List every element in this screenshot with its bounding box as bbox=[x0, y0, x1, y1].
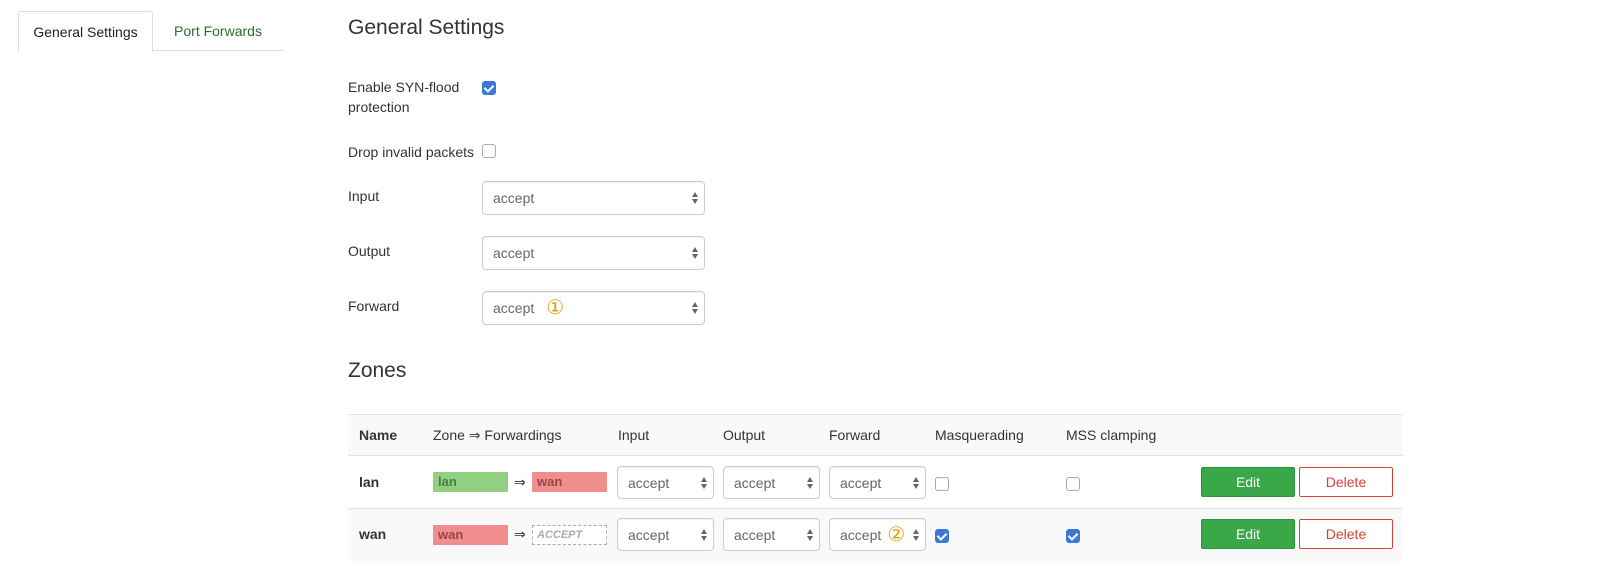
zones-title: Zones bbox=[348, 359, 407, 382]
zones-table-header: Name Zone ⇒ Forwardings Input Output For… bbox=[348, 414, 1403, 456]
zone-forward-select[interactable]: accept ② bbox=[829, 518, 926, 551]
forward-select[interactable]: accept ① bbox=[482, 291, 705, 325]
zone-forward-select[interactable]: accept bbox=[829, 466, 926, 499]
tab-general-settings[interactable]: General Settings bbox=[18, 11, 153, 52]
table-row: wan wan ⇒ ACCEPT accept accept accept ② … bbox=[348, 509, 1403, 561]
zone-badge: wan bbox=[433, 525, 508, 545]
zone-input-value: accept bbox=[628, 474, 670, 491]
masquerading-checkbox[interactable] bbox=[935, 529, 949, 543]
dest-badge: wan bbox=[532, 472, 607, 492]
select-arrows-icon bbox=[913, 528, 920, 541]
zone-input-value: accept bbox=[628, 526, 670, 543]
zone-output-value: accept bbox=[734, 526, 776, 543]
syn-flood-label: Enable SYN-flood protection bbox=[348, 77, 459, 117]
input-label: Input bbox=[348, 188, 380, 204]
input-select[interactable]: accept bbox=[482, 181, 705, 215]
header-masquerading: Masquerading bbox=[935, 427, 1024, 443]
masquerading-checkbox[interactable] bbox=[935, 477, 949, 491]
zone-output-select[interactable]: accept bbox=[723, 518, 820, 551]
delete-button[interactable]: Delete bbox=[1299, 467, 1393, 497]
header-mss-clamping: MSS clamping bbox=[1066, 427, 1157, 443]
zone-name: lan bbox=[359, 474, 380, 490]
select-arrows-icon bbox=[701, 528, 708, 541]
mss-clamping-checkbox[interactable] bbox=[1066, 529, 1080, 543]
header-output: Output bbox=[723, 427, 766, 443]
syn-flood-label-line2: protection bbox=[348, 99, 410, 115]
input-select-value: accept bbox=[493, 190, 535, 206]
forward-label: Forward bbox=[348, 298, 400, 314]
delete-button[interactable]: Delete bbox=[1299, 519, 1393, 549]
zone-input-select[interactable]: accept bbox=[617, 466, 714, 499]
table-row: lan lan ⇒ wan accept accept accept Edit … bbox=[348, 456, 1403, 509]
zone-badge: lan bbox=[433, 472, 508, 492]
zone-output-value: accept bbox=[734, 474, 776, 491]
annotation-marker-1: ① bbox=[546, 297, 565, 319]
edit-button[interactable]: Edit bbox=[1201, 519, 1295, 549]
forward-select-value: accept bbox=[493, 300, 535, 316]
output-select-value: accept bbox=[493, 245, 535, 261]
output-label: Output bbox=[348, 243, 391, 259]
drop-invalid-label: Drop invalid packets bbox=[348, 144, 475, 160]
select-arrows-icon bbox=[913, 476, 920, 489]
zone-forward-value: accept bbox=[840, 526, 882, 543]
select-arrows-icon bbox=[692, 247, 699, 259]
zone-input-select[interactable]: accept bbox=[617, 518, 714, 551]
select-arrows-icon bbox=[692, 302, 699, 314]
header-input: Input bbox=[618, 427, 650, 443]
header-forwardings: Zone ⇒ Forwardings bbox=[433, 427, 562, 443]
output-select[interactable]: accept bbox=[482, 236, 705, 270]
zones-table: Name Zone ⇒ Forwardings Input Output For… bbox=[348, 414, 1403, 561]
select-arrows-icon bbox=[701, 476, 708, 489]
tab-bar: General Settings Port Forwards bbox=[18, 11, 283, 52]
select-arrows-icon bbox=[692, 192, 699, 204]
syn-flood-checkbox[interactable] bbox=[482, 81, 496, 95]
drop-invalid-checkbox[interactable] bbox=[482, 144, 496, 158]
zone-forward-value: accept bbox=[840, 474, 882, 491]
zone-output-select[interactable]: accept bbox=[723, 466, 820, 499]
syn-flood-label-line1: Enable SYN-flood bbox=[348, 79, 460, 95]
annotation-marker-2: ② bbox=[887, 523, 906, 546]
forward-arrow: ⇒ bbox=[514, 474, 526, 490]
header-name: Name bbox=[359, 427, 398, 443]
dest-badge: ACCEPT bbox=[532, 525, 607, 545]
select-arrows-icon bbox=[807, 528, 814, 541]
general-settings-title: General Settings bbox=[348, 16, 505, 39]
select-arrows-icon bbox=[807, 476, 814, 489]
header-forward: Forward bbox=[829, 427, 881, 443]
forward-arrow: ⇒ bbox=[514, 526, 526, 542]
edit-button[interactable]: Edit bbox=[1201, 467, 1295, 497]
zone-name: wan bbox=[359, 526, 387, 542]
tab-port-forwards[interactable]: Port Forwards bbox=[153, 11, 283, 51]
mss-clamping-checkbox[interactable] bbox=[1066, 477, 1080, 491]
